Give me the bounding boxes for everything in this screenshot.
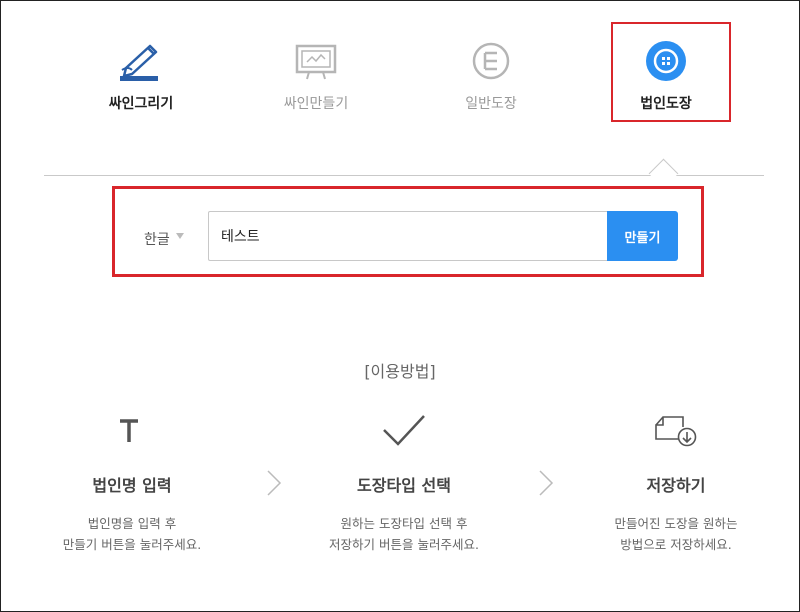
chevron-right-icon (539, 470, 554, 496)
step-title: 도장타입 선택 (357, 476, 451, 495)
howto-title: [이용방법] (364, 362, 436, 381)
checkmark-icon (383, 415, 425, 446)
text-t-icon (120, 419, 138, 442)
make-button[interactable]: 만들기 (607, 211, 678, 261)
step-desc-line: 만들기 버튼을 눌러주세요. (62, 537, 202, 552)
step-desc: 만들어진 도장을 원하는 방법으로 저장하세요. (546, 513, 800, 555)
highlight-box-tab (611, 22, 731, 122)
step-desc-line: 저장하기 버튼을 눌러주세요. (329, 537, 479, 552)
step-desc-line: 방법으로 저장하세요. (620, 537, 732, 552)
step-title: 법인명 입력 (92, 476, 172, 495)
tab-make-sign[interactable]: 싸인만들기 (246, 22, 386, 122)
stamp-circle-icon (472, 42, 510, 80)
pen-sign-icon (120, 44, 158, 81)
chevron-right-icon (267, 470, 282, 496)
tab-label: 싸인그리기 (108, 96, 174, 112)
step-title: 저장하기 (646, 476, 706, 495)
step-desc-line: 원하는 도장타입 선택 후 (340, 516, 468, 531)
dropdown-arrow-icon[interactable] (176, 233, 184, 239)
monitor-sign-icon (295, 44, 337, 80)
language-select[interactable]: 한글 (144, 229, 170, 249)
tab-draw-sign[interactable]: 싸인그리기 (71, 22, 211, 122)
step-desc-line: 법인명을 입력 후 (87, 516, 177, 531)
step-desc: 원하는 도장타입 선택 후 저장하기 버튼을 눌러주세요. (274, 513, 534, 555)
tab-general-stamp[interactable]: 일반도장 (421, 22, 561, 122)
step-desc: 법인명을 입력 후 만들기 버튼을 눌러주세요. (2, 513, 262, 555)
tab-label: 싸인만들기 (283, 96, 349, 112)
download-file-icon (655, 416, 697, 447)
tab-label: 일반도장 (465, 96, 517, 112)
step-desc-line: 만들어진 도장을 원하는 (614, 516, 738, 531)
company-name-input[interactable] (208, 211, 608, 261)
